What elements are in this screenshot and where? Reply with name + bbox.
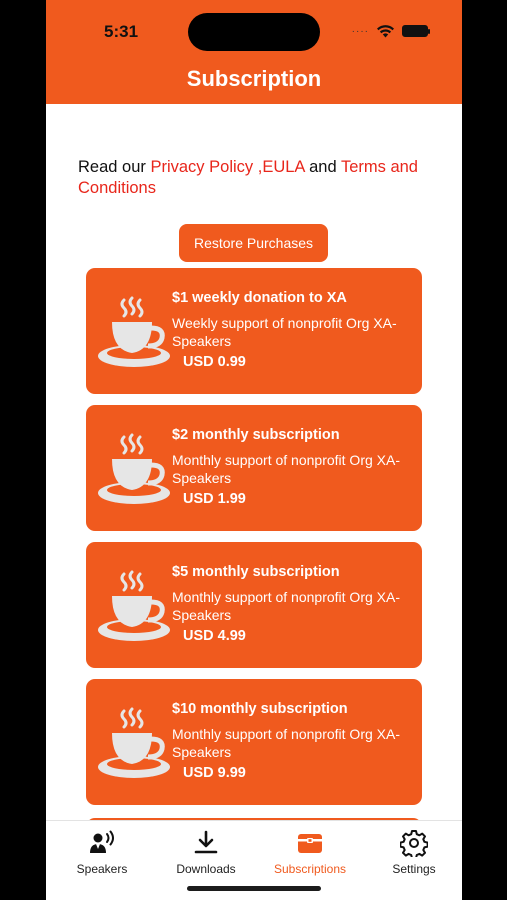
status-time: 5:31 bbox=[104, 22, 139, 41]
download-icon bbox=[194, 830, 218, 854]
coffee-cup-icon bbox=[98, 296, 170, 367]
plan-card-monthly-10[interactable]: $10 monthly subscription Monthly support… bbox=[86, 679, 422, 805]
phone-screen: 5:31 ···· Subscription Read our Privacy … bbox=[46, 0, 462, 900]
battery-icon bbox=[402, 25, 430, 37]
status-icons: ···· bbox=[351, 24, 430, 38]
plan-title: $5 monthly subscription bbox=[172, 564, 340, 580]
plan-title: $2 monthly subscription bbox=[172, 427, 340, 443]
plan-title: $1 weekly donation to XA bbox=[172, 290, 347, 306]
tab-speakers[interactable]: Speakers bbox=[50, 829, 154, 876]
tab-label: Downloads bbox=[176, 862, 236, 876]
tab-subscriptions[interactable]: Subscriptions bbox=[258, 829, 362, 876]
plan-description: Monthly support of nonprofit Org XA-Spea… bbox=[172, 589, 400, 623]
tab-label: Settings bbox=[392, 862, 436, 876]
tab-downloads[interactable]: Downloads bbox=[154, 829, 258, 876]
plan-title: $10 monthly subscription bbox=[172, 701, 348, 717]
page-title: Subscription bbox=[186, 66, 322, 91]
coffee-cup-icon bbox=[98, 570, 170, 641]
legal-connector: and bbox=[304, 158, 341, 176]
subscriptions-icon bbox=[298, 834, 322, 853]
plan-description: Weekly support of nonprofit Org XA-Speak… bbox=[172, 315, 397, 349]
gear-icon bbox=[400, 830, 428, 857]
tab-settings[interactable]: Settings bbox=[362, 829, 462, 876]
speakers-icon bbox=[90, 830, 114, 853]
plan-card-monthly-5[interactable]: $5 monthly subscription Monthly support … bbox=[86, 542, 422, 668]
plan-description: Monthly support of nonprofit Org XA-Spea… bbox=[172, 452, 400, 486]
coffee-cup-icon bbox=[98, 433, 170, 504]
header-bar: 5:31 ···· Subscription bbox=[46, 0, 462, 104]
plan-price: USD 0.99 bbox=[183, 354, 246, 370]
signal-icon: ···· bbox=[351, 25, 369, 37]
plan-price: USD 4.99 bbox=[183, 628, 246, 644]
privacy-eula-link[interactable]: Privacy Policy ,EULA bbox=[150, 158, 304, 176]
plan-card-weekly-1[interactable]: $1 weekly donation to XA Weekly support … bbox=[86, 268, 422, 394]
restore-purchases-button[interactable]: Restore Purchases bbox=[179, 224, 328, 262]
home-indicator[interactable] bbox=[187, 886, 321, 891]
legal-prefix: Read our bbox=[78, 158, 151, 176]
plan-price: USD 9.99 bbox=[183, 765, 246, 781]
plan-description: Monthly support of nonprofit Org XA-Spea… bbox=[172, 726, 400, 760]
tab-label: Speakers bbox=[76, 862, 128, 876]
coffee-cup-icon bbox=[98, 707, 170, 778]
legal-notice: Read our Privacy Policy ,EULA and Terms … bbox=[78, 157, 438, 199]
plan-card-monthly-2[interactable]: $2 monthly subscription Monthly support … bbox=[86, 405, 422, 531]
plan-list: $1 weekly donation to XA Weekly support … bbox=[86, 268, 422, 816]
plan-price: USD 1.99 bbox=[183, 491, 246, 507]
dynamic-island bbox=[188, 13, 320, 51]
tab-label: Subscriptions bbox=[273, 862, 347, 876]
wifi-icon bbox=[377, 25, 394, 38]
